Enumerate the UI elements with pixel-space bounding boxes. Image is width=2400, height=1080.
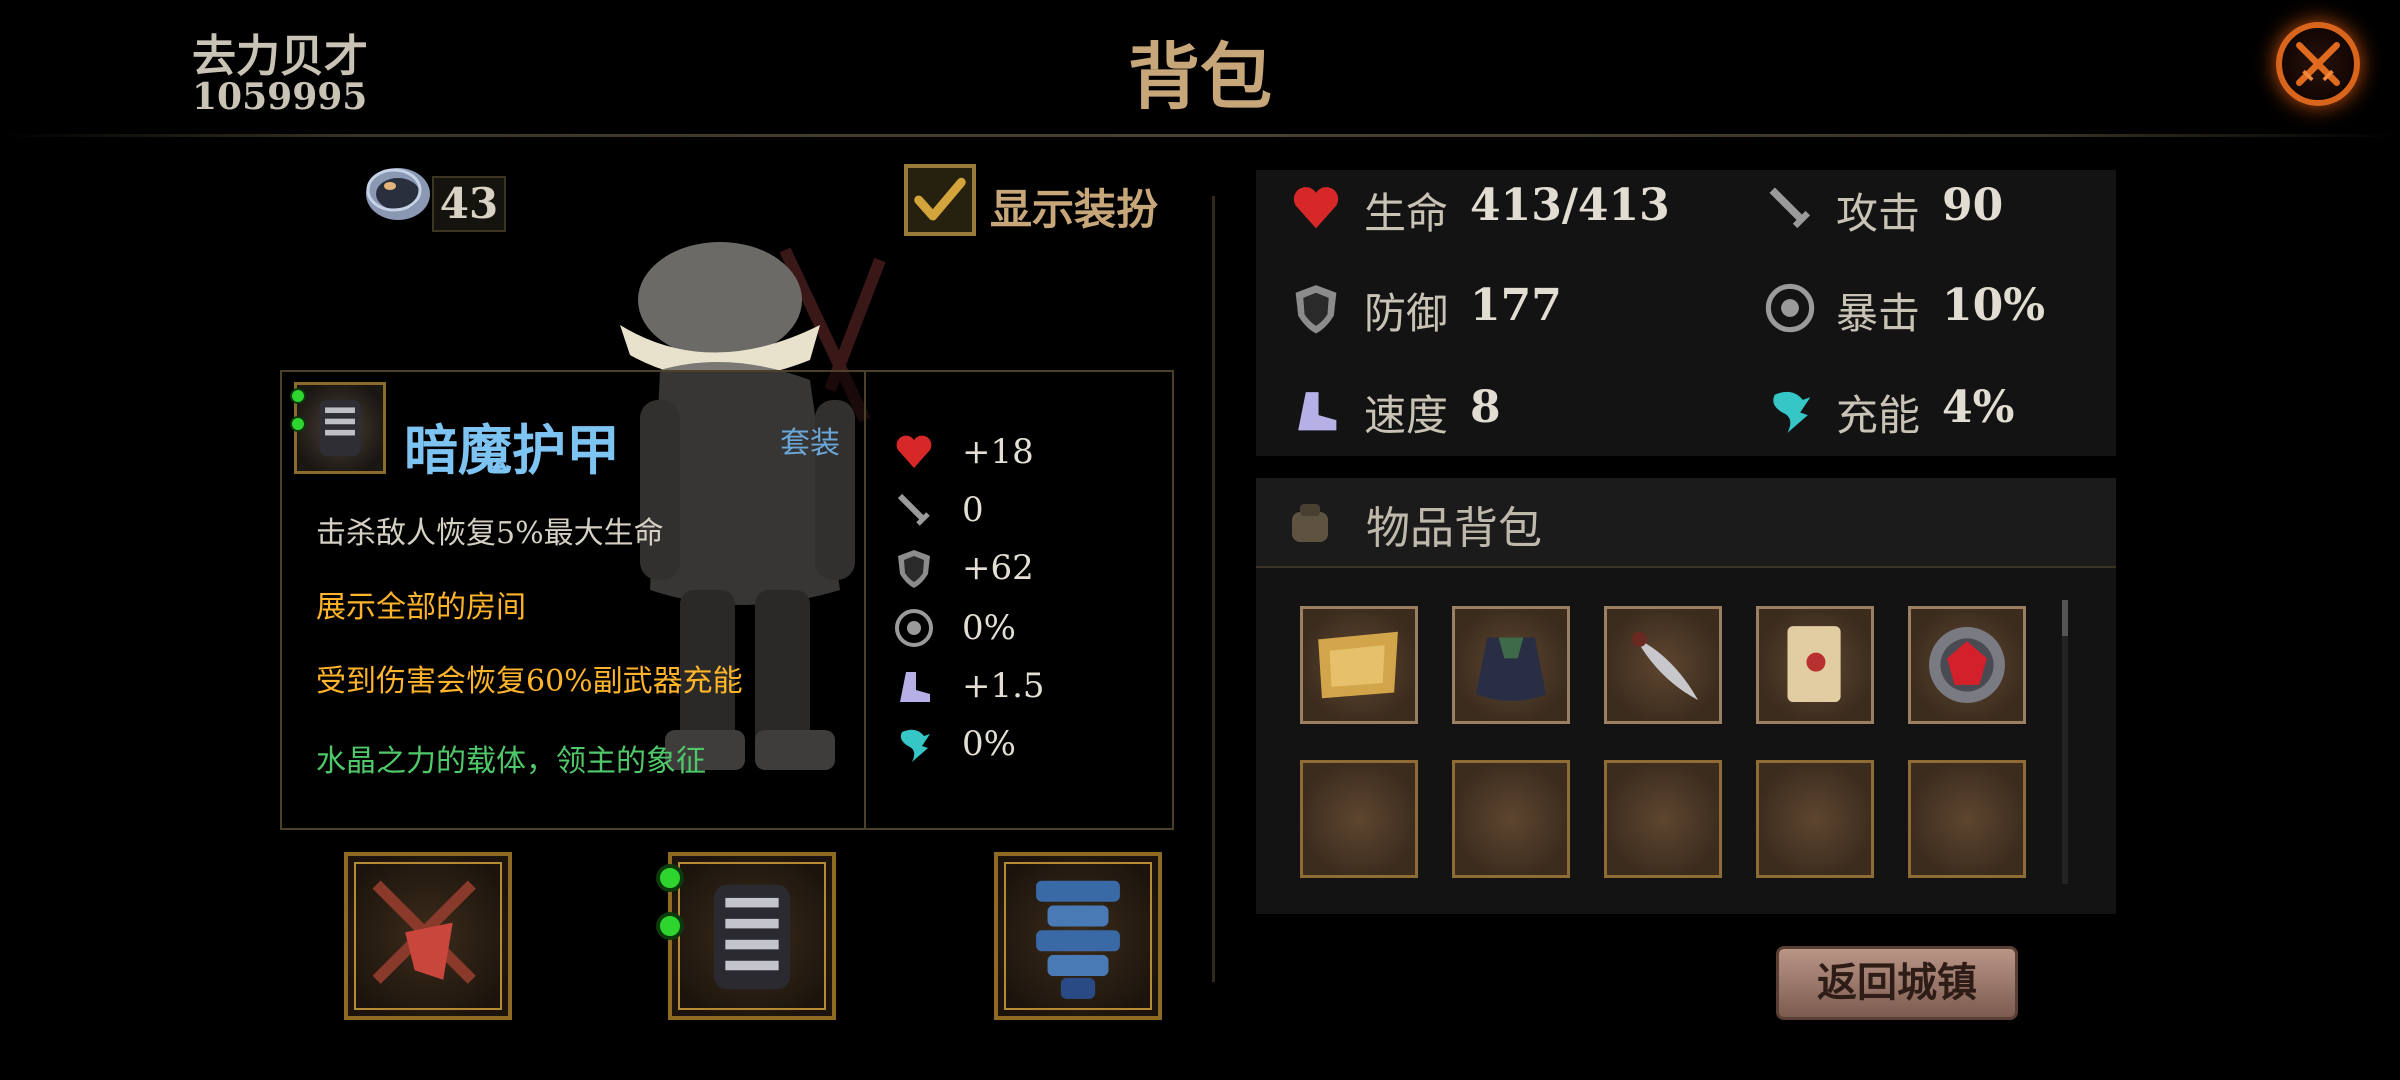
socket-gem — [656, 864, 684, 892]
crossed-weapons-icon — [372, 880, 476, 984]
stat-name-speed: 速度 — [1364, 391, 1449, 440]
sword-icon — [1762, 180, 1818, 236]
page-title: 背包 — [1127, 34, 1272, 119]
item-stat-value: +62 — [962, 548, 1034, 588]
inventory-slot-empty[interactable] — [1452, 760, 1570, 878]
treasure-map-icon — [1787, 626, 1841, 703]
currency-count: 43 — [432, 176, 506, 232]
red-gem-gear-icon — [1929, 627, 2005, 703]
item-stat-value: 0% — [962, 608, 1016, 648]
close-crossed-swords-icon — [2296, 42, 2340, 86]
bag-icon — [1282, 494, 1338, 550]
header-divider — [0, 134, 2400, 137]
inventory-scrollbar-thumb[interactable] — [2062, 600, 2068, 636]
show-outfit-checkbox[interactable] — [904, 164, 976, 236]
item-description: 展示全部的房间 — [316, 590, 526, 625]
item-stat-value: +18 — [962, 432, 1034, 472]
heart-icon — [892, 430, 936, 474]
inventory-slot-empty[interactable] — [1300, 760, 1418, 878]
equip-slot-weapon[interactable] — [344, 852, 512, 1020]
item-stat-value: 0% — [962, 724, 1016, 764]
socket-gem — [290, 388, 306, 404]
stat-value-attack: 90 — [1942, 180, 2004, 231]
ring-icon — [360, 156, 436, 232]
dark-cloak-icon — [1475, 637, 1547, 702]
equip-slot-accessory[interactable] — [994, 852, 1162, 1020]
return-to-town-button[interactable]: 返回城镇 — [1776, 946, 2018, 1020]
inventory-slot[interactable] — [1756, 606, 1874, 724]
item-thumbnail — [294, 382, 386, 474]
item-name: 暗魔护甲 — [404, 418, 620, 482]
inventory-slot-empty[interactable] — [1908, 760, 2026, 878]
stat-value-speed: 8 — [1470, 382, 1501, 433]
stat-name-hp: 生命 — [1364, 189, 1449, 238]
player-id: 1059995 — [192, 76, 368, 118]
inventory-slot[interactable] — [1604, 606, 1722, 724]
inventory-slot-empty[interactable] — [1604, 760, 1722, 878]
inventory-slot[interactable] — [1908, 606, 2026, 724]
socket-gem — [656, 912, 684, 940]
blue-totem-icon — [1036, 880, 1120, 999]
item-stat-value: 0 — [962, 490, 984, 530]
sword-icon — [892, 488, 936, 532]
vertical-divider — [1212, 196, 1215, 982]
boot-icon — [892, 664, 936, 708]
stat-name-attack: 攻击 — [1836, 189, 1921, 238]
heart-icon — [1288, 180, 1344, 236]
stat-value-charge: 4% — [1942, 382, 2015, 433]
socket-gem — [290, 416, 306, 432]
inventory-slot[interactable] — [1452, 606, 1570, 724]
item-description: 水晶之力的载体，领主的象征 — [316, 744, 706, 779]
inventory-slot[interactable] — [1300, 606, 1418, 724]
stat-value-crit: 10% — [1942, 280, 2046, 331]
stat-value-defense: 177 — [1470, 280, 1562, 331]
charge-icon — [1762, 382, 1818, 438]
close-button[interactable] — [2276, 22, 2360, 106]
shield-icon — [892, 546, 936, 590]
inventory-title: 物品背包 — [1366, 503, 1542, 554]
dagger-icon — [1631, 631, 1699, 701]
stat-name-charge: 充能 — [1836, 391, 1921, 440]
checkmark-icon — [914, 177, 966, 221]
item-stat-value: +1.5 — [962, 666, 1045, 706]
crit-icon — [892, 606, 936, 650]
charge-icon — [892, 722, 936, 766]
crit-icon — [1762, 280, 1818, 336]
item-panel-divider — [864, 370, 866, 830]
item-description: 击杀敌人恢复5%最大生命 — [316, 516, 664, 551]
equip-slot-armor[interactable] — [668, 852, 836, 1020]
boot-icon — [1288, 382, 1344, 438]
dark-armor-icon — [319, 399, 361, 457]
set-label[interactable]: 套装 — [780, 418, 840, 462]
item-description: 受到伤害会恢复60%副武器充能 — [316, 664, 743, 699]
player-name: 去力贝才 — [192, 31, 368, 82]
stat-name-crit: 暴击 — [1836, 289, 1921, 338]
stat-value-hp: 413/413 — [1470, 180, 1670, 231]
shield-icon — [1288, 280, 1344, 336]
dark-armor-icon — [713, 884, 791, 990]
show-outfit-label[interactable]: 显示装扮 — [990, 176, 1158, 237]
inventory-scrollbar[interactable] — [2062, 600, 2068, 884]
stat-name-defense: 防御 — [1364, 289, 1449, 338]
map-scroll-icon — [1318, 631, 1398, 699]
inventory-slot-empty[interactable] — [1756, 760, 1874, 878]
